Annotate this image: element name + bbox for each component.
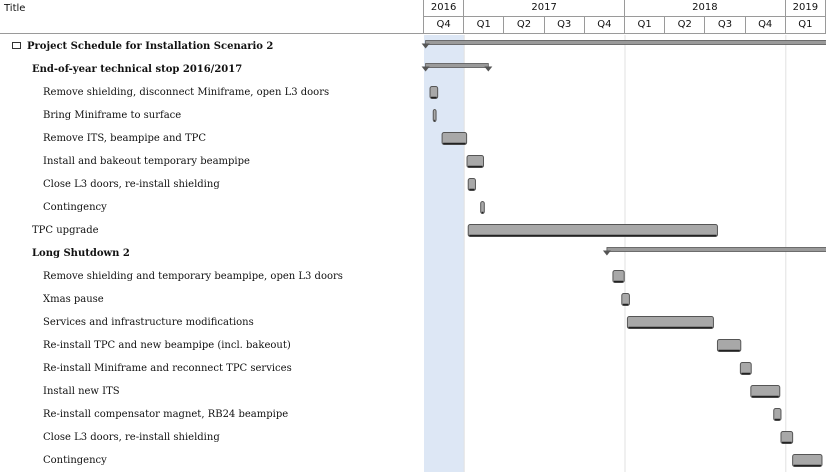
- summary-bar: [425, 63, 489, 68]
- task-bar: [792, 454, 823, 467]
- summary-bar: [425, 40, 826, 45]
- task-bar: [716, 339, 742, 352]
- task-bar: [773, 408, 782, 421]
- summary-bar: [606, 247, 826, 252]
- task-bar: [612, 270, 625, 283]
- summary-start-marker: [602, 250, 611, 256]
- task-bar: [621, 293, 630, 306]
- task-bar: [780, 431, 794, 444]
- task-bar: [467, 178, 476, 191]
- task-bar: [429, 86, 439, 99]
- task-bar: [466, 155, 484, 168]
- task-bar: [626, 316, 714, 329]
- task-bar: [750, 385, 781, 398]
- task-bar: [480, 201, 485, 214]
- task-bar: [432, 109, 437, 122]
- summary-end-marker: [484, 66, 493, 72]
- task-bar: [467, 224, 718, 237]
- task-bar: [441, 132, 468, 145]
- gantt-chart: [421, 35, 826, 472]
- task-bar: [739, 362, 752, 375]
- current-period-band: [424, 35, 465, 472]
